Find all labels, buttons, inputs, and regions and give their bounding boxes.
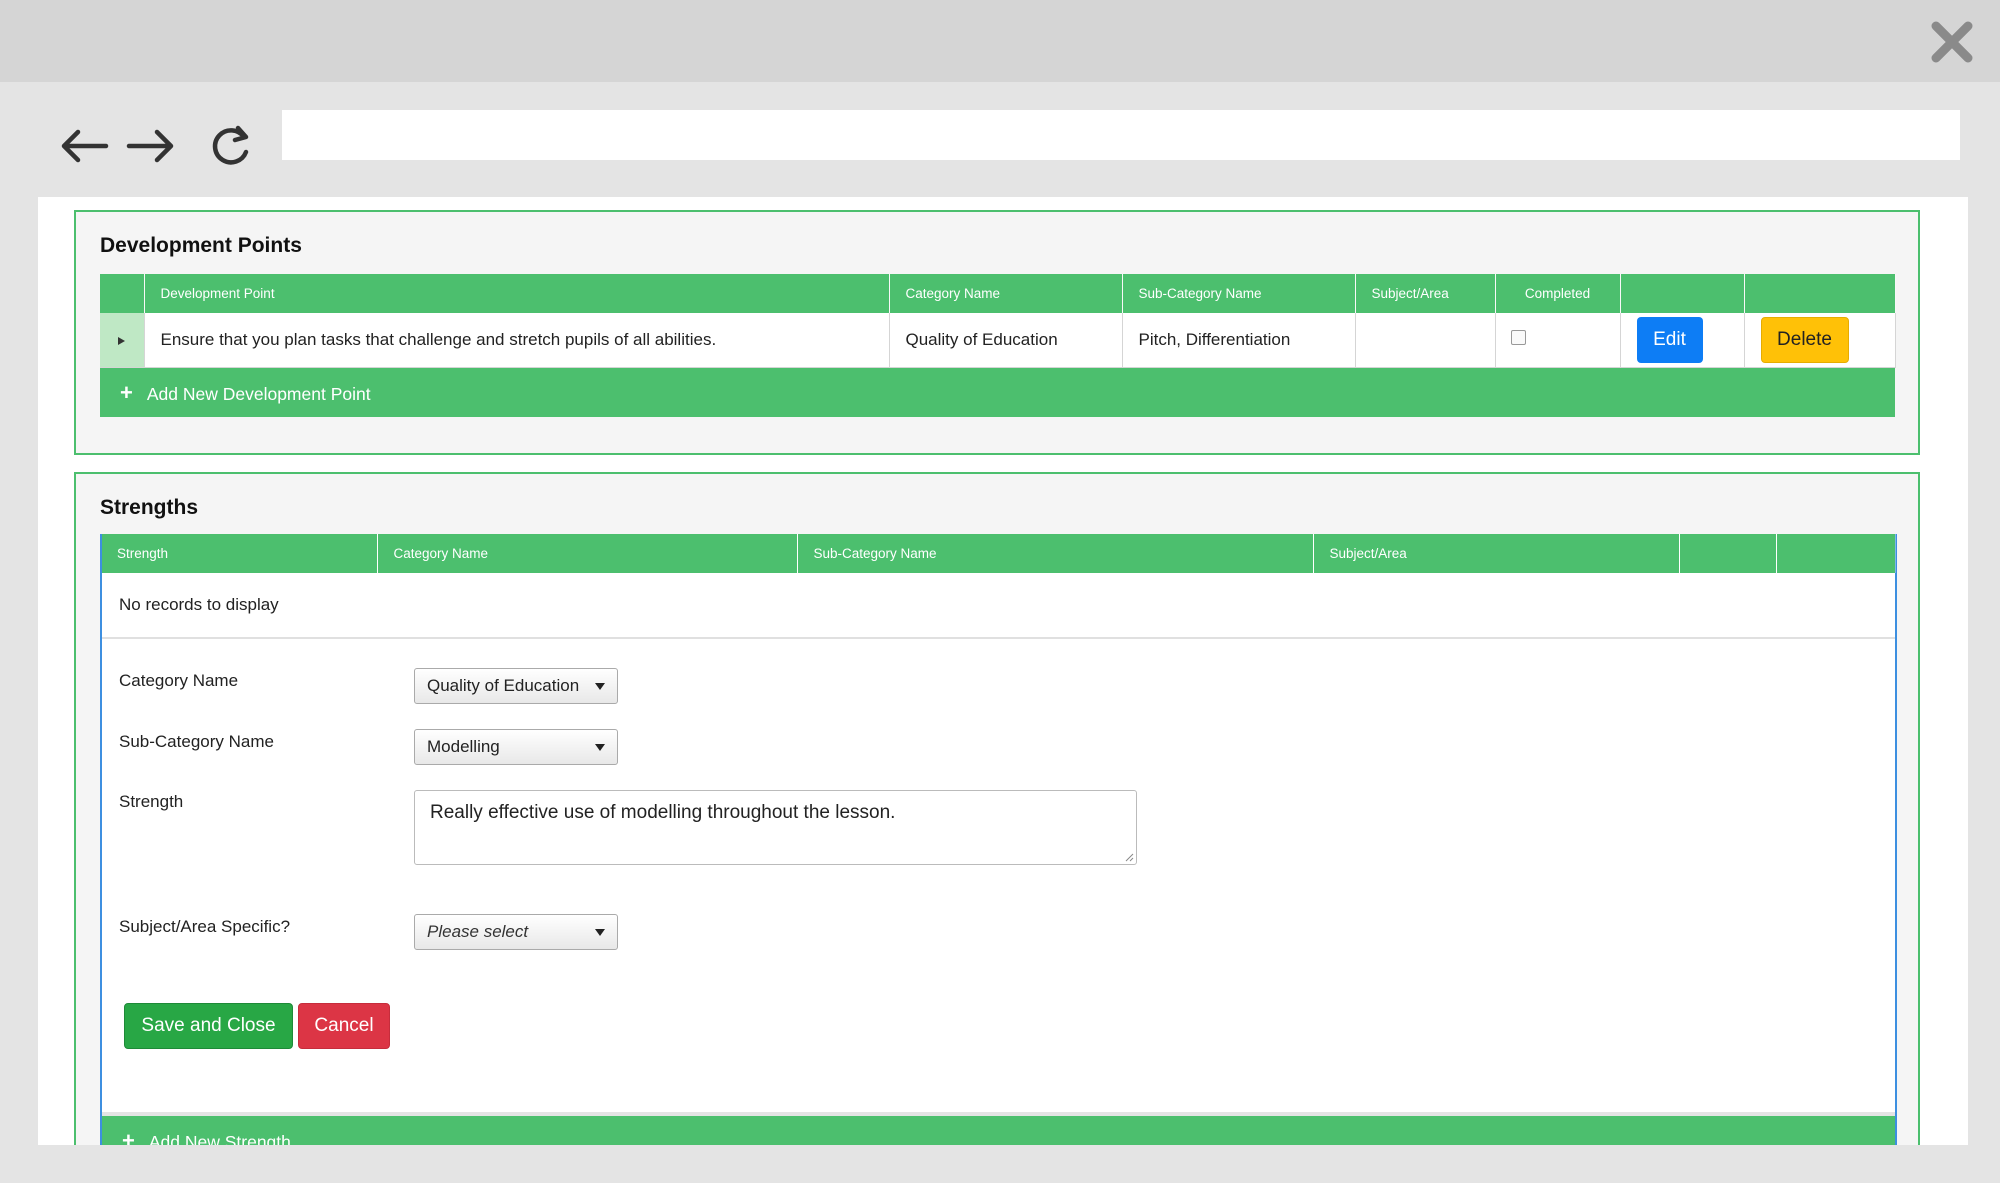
no-records-message: No records to display — [102, 573, 1895, 639]
close-icon[interactable] — [1928, 18, 1976, 66]
save-and-close-button[interactable]: Save and Close — [124, 1003, 293, 1049]
category-name-select[interactable]: Quality of Education — [414, 668, 618, 704]
column-header-sub-category-name[interactable]: Sub-Category Name — [797, 534, 1314, 573]
development-points-title: Development Points — [100, 234, 302, 257]
url-bar[interactable] — [282, 110, 1960, 160]
sub-category-name-label: Sub-Category Name — [119, 732, 274, 751]
column-header-strength[interactable]: Strength — [102, 534, 378, 573]
column-header-subject-area[interactable]: Subject/Area — [1355, 274, 1496, 313]
strengths-grid: Strength Category Name Sub-Category Name… — [100, 534, 1897, 1145]
strength-label: Strength — [119, 792, 184, 811]
strengths-panel: Strengths Strength Category Name Sub-Cat… — [74, 472, 1920, 1145]
subject-area-placeholder: Please select — [427, 922, 529, 941]
column-header-development-point[interactable]: Development Point — [144, 274, 890, 313]
column-header-subject-area[interactable]: Subject/Area — [1313, 534, 1680, 573]
sub-category-name-select[interactable]: Modelling — [414, 729, 618, 765]
cancel-button[interactable]: Cancel — [298, 1003, 390, 1049]
development-points-grid: Development Point Category Name Sub-Cate… — [100, 274, 1896, 417]
cell-edit: Edit — [1620, 313, 1745, 368]
dropdown-caret-icon — [595, 929, 605, 936]
column-header-category-name[interactable]: Category Name — [889, 274, 1123, 313]
dropdown-caret-icon — [595, 744, 605, 751]
column-header-completed[interactable]: Completed — [1495, 274, 1621, 313]
window-titlebar — [0, 0, 2000, 82]
back-arrow-icon[interactable] — [58, 120, 110, 172]
cell-development-point: Ensure that you plan tasks that challeng… — [144, 313, 890, 368]
column-header-edit — [1679, 534, 1777, 573]
add-new-development-point-button[interactable]: + Add New Development Point — [100, 367, 1895, 417]
forward-arrow-icon[interactable] — [125, 120, 177, 172]
strengths-title: Strengths — [100, 496, 199, 519]
column-header-delete — [1776, 534, 1896, 573]
category-name-label: Category Name — [119, 671, 239, 690]
subject-area-specific-label: Subject/Area Specific? — [119, 917, 291, 936]
browser-navbar — [0, 82, 2000, 197]
sub-category-name-value: Modelling — [427, 737, 500, 756]
category-name-value: Quality of Education — [427, 676, 580, 695]
row-expand-toggle[interactable] — [100, 313, 145, 368]
grid-header-row: Strength Category Name Sub-Category Name… — [102, 534, 1896, 573]
strength-text: Really effective use of modelling throug… — [430, 802, 896, 823]
plus-icon: + — [120, 379, 133, 405]
add-new-strength-button[interactable]: + Add New Strength — [102, 1112, 1895, 1145]
grid-header-row: Development Point Category Name Sub-Cate… — [100, 274, 1896, 313]
expand-column-header — [100, 274, 145, 313]
plus-icon: + — [122, 1128, 135, 1145]
strength-edit-form: Category Name Quality of Education Sub-C… — [102, 639, 1895, 1112]
cell-subject-area — [1355, 313, 1496, 368]
cell-category-name: Quality of Education — [889, 313, 1123, 368]
expand-triangle-icon — [118, 336, 126, 345]
column-header-sub-category-name[interactable]: Sub-Category Name — [1122, 274, 1356, 313]
dropdown-caret-icon — [595, 683, 605, 690]
page-viewport: Development Points Development Point Cat… — [38, 197, 1968, 1145]
column-header-category-name[interactable]: Category Name — [377, 534, 798, 573]
edit-button[interactable]: Edit — [1636, 316, 1703, 363]
add-new-development-point-label: Add New Development Point — [146, 383, 371, 404]
resize-grip-icon[interactable] — [1124, 852, 1134, 862]
cell-delete: Delete — [1744, 313, 1896, 368]
reload-icon[interactable] — [205, 120, 257, 172]
table-row: Ensure that you plan tasks that challeng… — [100, 313, 1896, 368]
column-header-edit — [1620, 274, 1745, 313]
column-header-delete — [1744, 274, 1896, 313]
development-points-panel: Development Points Development Point Cat… — [74, 210, 1920, 455]
cell-completed — [1495, 313, 1621, 368]
delete-button[interactable]: Delete — [1760, 316, 1849, 363]
cell-sub-category-name: Pitch, Differentiation — [1122, 313, 1356, 368]
add-new-strength-label: Add New Strength — [148, 1132, 291, 1145]
completed-checkbox[interactable] — [1510, 329, 1526, 345]
subject-area-specific-select[interactable]: Please select — [414, 914, 618, 950]
strength-textarea[interactable]: Really effective use of modelling throug… — [414, 790, 1137, 865]
